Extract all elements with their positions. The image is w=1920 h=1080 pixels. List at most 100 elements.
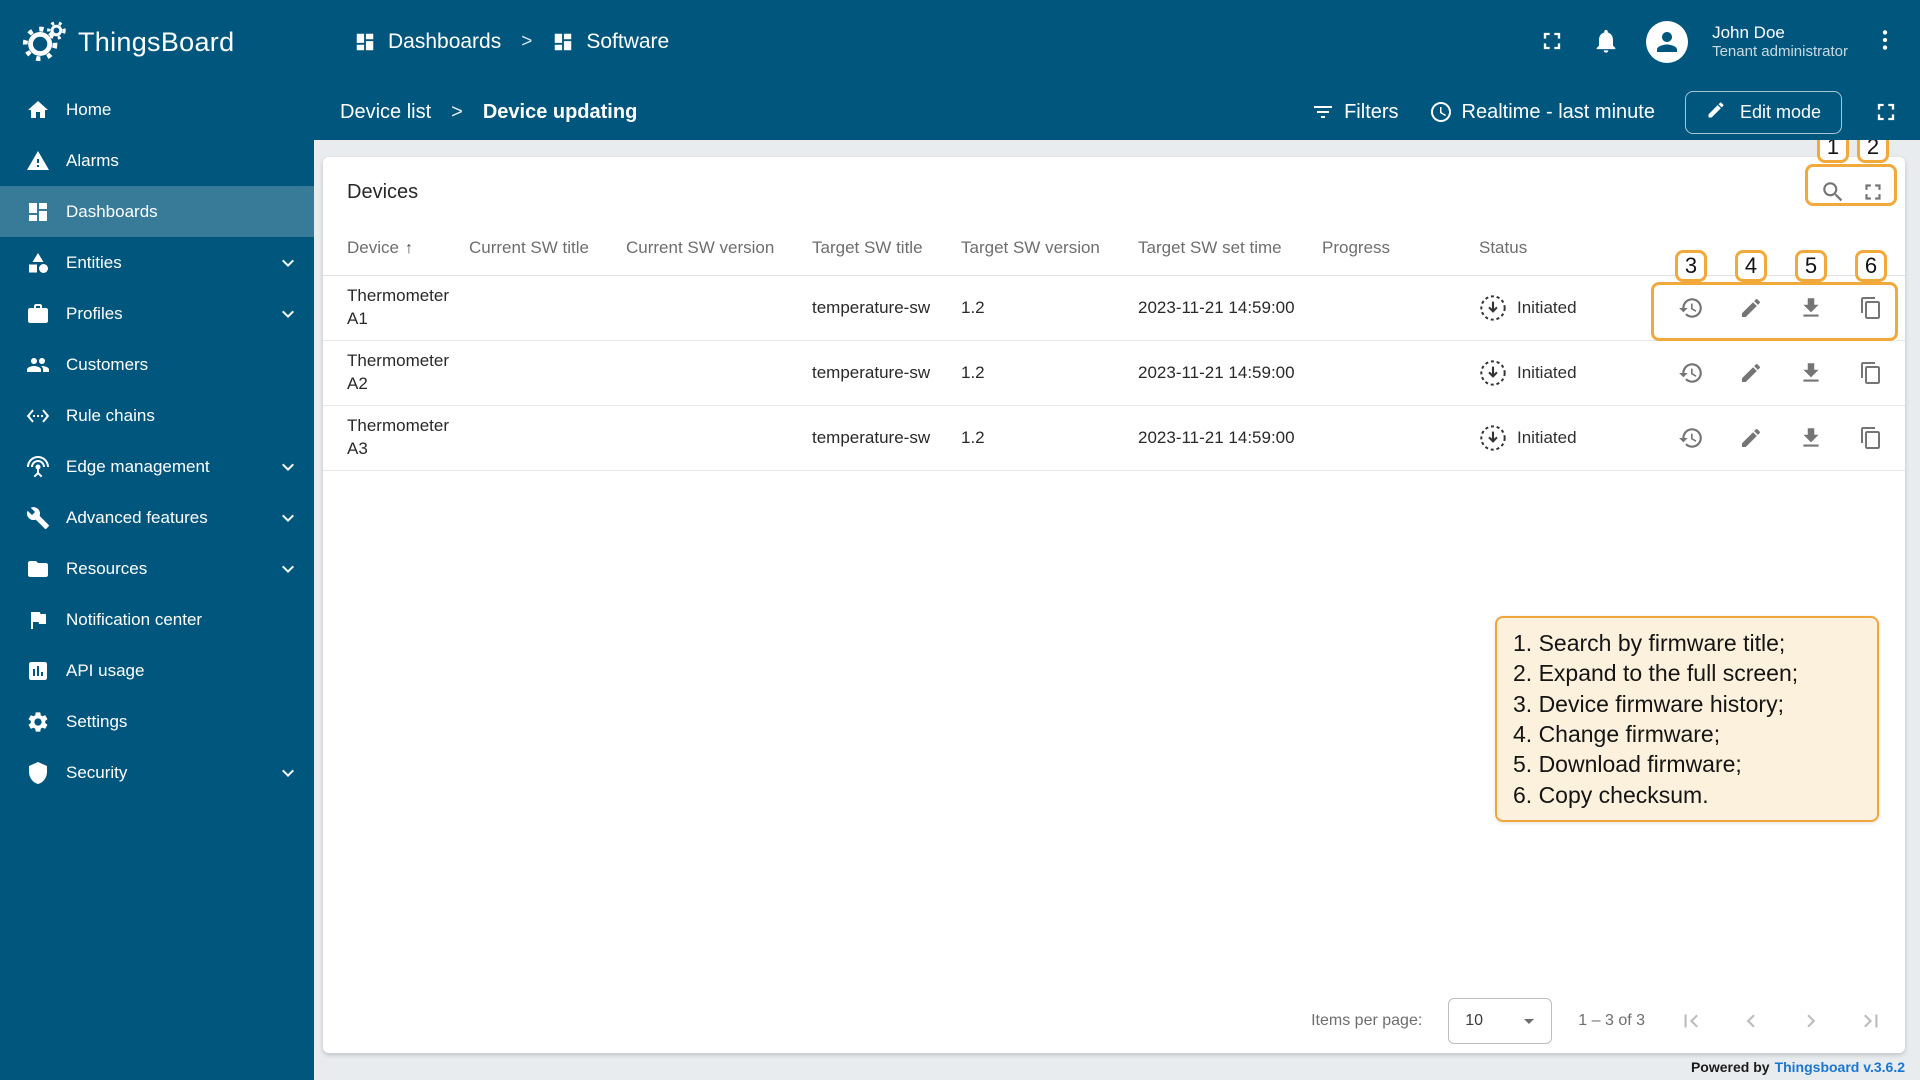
copy-checksum-button[interactable] (1851, 288, 1891, 328)
firmware-history-button[interactable] (1671, 353, 1711, 393)
cell-device: Thermometer A3 (323, 405, 469, 471)
topbar: Dashboards > Software John Doe Tenant ad… (314, 0, 1920, 84)
sort-asc-icon: ↑ (404, 239, 413, 257)
download-firmware-button[interactable] (1791, 353, 1831, 393)
row-actions (1651, 288, 1905, 328)
edit-mode-button[interactable]: Edit mode (1684, 90, 1842, 134)
firmware-history-button[interactable] (1671, 288, 1711, 328)
col-target-sw-version[interactable]: Target SW version (961, 221, 1138, 276)
table-row[interactable]: Thermometer A1 temperature-sw 1.2 2023-1… (323, 275, 1905, 341)
chevron-down-icon (276, 557, 300, 581)
user-role: Tenant administrator (1712, 43, 1848, 61)
edit-pencil-icon (1706, 100, 1730, 124)
cell-target-sw-version: 1.2 (961, 275, 1138, 341)
col-device[interactable]: Device ↑ (323, 221, 469, 276)
search-button[interactable] (1813, 172, 1853, 212)
profiles-icon (26, 302, 50, 326)
sidebar-nav: Home Alarms Dashboards Entities Profiles… (0, 84, 314, 798)
devices-widget-header: Devices (323, 157, 1905, 221)
last-page-button[interactable] (1851, 1001, 1891, 1041)
sidebar-item-dashboards[interactable]: Dashboards (0, 186, 314, 237)
sidebar-item-notification-center[interactable]: Notification center (0, 594, 314, 645)
sidebar-item-resources[interactable]: Resources (0, 543, 314, 594)
brand-logo[interactable]: ThingsBoard (0, 0, 314, 84)
alarms-icon (26, 149, 50, 173)
items-per-page-select[interactable]: 10 (1448, 998, 1553, 1044)
first-page-button[interactable] (1671, 1001, 1711, 1041)
cell-target-sw-title: temperature-sw (812, 275, 961, 341)
sidebar: ThingsBoard Home Alarms Dashboards Entit… (0, 0, 314, 1080)
sidebar-item-customers[interactable]: Customers (0, 339, 314, 390)
sidebar-item-settings[interactable]: Settings (0, 696, 314, 747)
table-row[interactable]: Thermometer A2 temperature-sw 1.2 2023-1… (323, 340, 1905, 406)
breadcrumb-current: Software (586, 30, 670, 53)
expand-dashboard-icon[interactable] (1872, 98, 1900, 126)
breadcrumb-separator: > (521, 31, 533, 52)
change-firmware-button[interactable] (1731, 288, 1771, 328)
col-actions (1651, 221, 1905, 276)
sidebar-item-edge-management[interactable]: Edge management (0, 441, 314, 492)
breadcrumb-root[interactable]: Dashboards (388, 30, 501, 54)
filters-button[interactable]: Filters (1311, 100, 1399, 124)
rule-chains-icon (26, 404, 50, 428)
chevron-down-icon (276, 455, 300, 479)
advanced-features-icon (26, 506, 50, 530)
kebab-menu-icon[interactable] (1872, 27, 1902, 57)
thingsboard-version-link[interactable]: Thingsboard v.3.6.2 (1775, 1059, 1905, 1075)
col-target-sw-title[interactable]: Target SW title (812, 221, 961, 276)
copy-checksum-button[interactable] (1851, 418, 1891, 458)
cell-device: Thermometer A2 (323, 340, 469, 406)
col-progress[interactable]: Progress (1322, 221, 1479, 276)
col-status[interactable]: Status (1479, 221, 1651, 276)
cell-status: Initiated (1479, 275, 1651, 341)
next-page-button[interactable] (1791, 1001, 1831, 1041)
col-target-sw-set-time[interactable]: Target SW set time (1138, 221, 1322, 276)
widget-fullscreen-button[interactable] (1853, 172, 1893, 212)
table-row[interactable]: Thermometer A3 temperature-sw 1.2 2023-1… (323, 405, 1905, 471)
download-firmware-button[interactable] (1791, 288, 1831, 328)
col-current-sw-title[interactable]: Current SW title (469, 221, 626, 276)
change-firmware-button[interactable] (1731, 353, 1771, 393)
sidebar-item-profiles[interactable]: Profiles (0, 288, 314, 339)
sidebar-item-advanced-features[interactable]: Advanced features (0, 492, 314, 543)
chevron-down-icon (276, 302, 300, 326)
firmware-history-button[interactable] (1671, 418, 1711, 458)
resources-icon (26, 557, 50, 581)
powered-by: Powered by Thingsboard v.3.6.2 (1690, 1058, 1905, 1075)
fullscreen-icon[interactable] (1538, 27, 1568, 57)
cell-target-sw-set-time: 2023-11-21 14:59:00 (1138, 275, 1322, 341)
items-per-page-label: Items per page: (1311, 1012, 1423, 1029)
topbar-actions: John Doe Tenant administrator (1538, 21, 1902, 63)
brand-name: ThingsBoard (78, 26, 235, 57)
bell-icon[interactable] (1592, 27, 1622, 57)
chevron-down-icon (276, 761, 300, 785)
table-header-row: Device ↑ Current SW title Current SW vers… (323, 221, 1905, 276)
sidebar-item-home[interactable]: Home (0, 84, 314, 135)
col-current-sw-version[interactable]: Current SW version (626, 221, 812, 276)
page-nav (1671, 1001, 1891, 1041)
dashboard-breadcrumb-root[interactable]: Device list (340, 101, 431, 124)
sidebar-item-entities[interactable]: Entities (0, 237, 314, 288)
devices-table: Device ↑ Current SW title Current SW vers… (323, 221, 1905, 471)
avatar[interactable] (1646, 21, 1689, 63)
chevron-down-icon (276, 251, 300, 275)
sidebar-item-rule-chains[interactable]: Rule chains (0, 390, 314, 441)
copy-checksum-button[interactable] (1851, 353, 1891, 393)
dashboard-breadcrumb: Device list > Device updating (340, 101, 637, 124)
home-icon (26, 98, 50, 122)
sidebar-item-security[interactable]: Security (0, 747, 314, 798)
sidebar-item-api-usage[interactable]: API usage (0, 645, 314, 696)
dashboard-toolbar: Device list > Device updating Filters Re… (314, 84, 1920, 140)
download-firmware-button[interactable] (1791, 418, 1831, 458)
breadcrumb-separator: > (451, 100, 463, 123)
sidebar-item-alarms[interactable]: Alarms (0, 135, 314, 186)
breadcrumb: Dashboards > Software (354, 30, 669, 54)
user-menu[interactable]: John Doe Tenant administrator (1712, 22, 1848, 62)
user-name: John Doe (1712, 23, 1785, 42)
dashboards-icon (552, 31, 574, 53)
timewindow-button[interactable]: Realtime - last minute (1429, 100, 1655, 124)
change-firmware-button[interactable] (1731, 418, 1771, 458)
status-initiated-icon (1479, 294, 1507, 322)
prev-page-button[interactable] (1731, 1001, 1771, 1041)
api-usage-icon (26, 659, 50, 683)
